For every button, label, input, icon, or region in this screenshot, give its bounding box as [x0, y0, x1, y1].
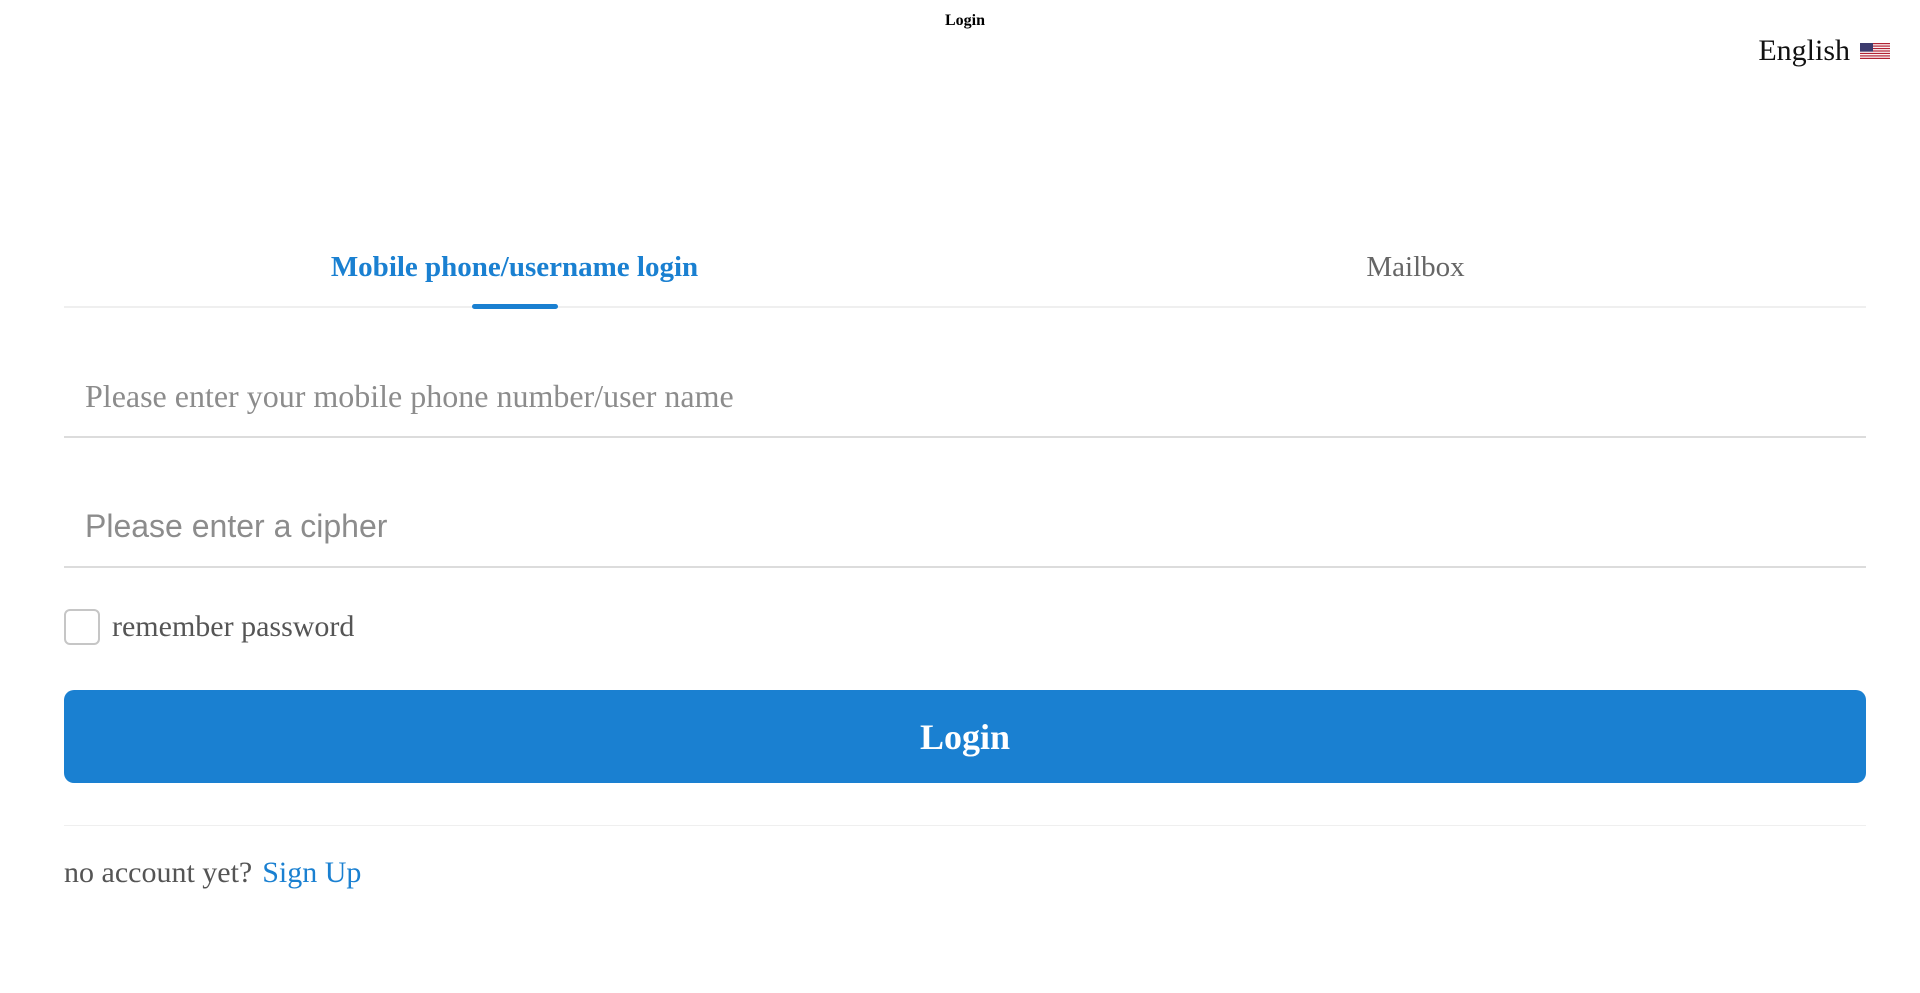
login-method-tabs: Mobile phone/username login Mailbox	[64, 236, 1866, 309]
us-flag-icon	[1860, 43, 1890, 59]
signup-row: no account yet? Sign Up	[64, 856, 361, 890]
remember-password-label: remember password	[112, 610, 355, 643]
no-account-text: no account yet?	[64, 856, 253, 889]
login-button[interactable]: Login	[64, 690, 1866, 783]
username-field	[64, 356, 1866, 438]
language-label: English	[1758, 34, 1850, 67]
divider	[64, 825, 1866, 826]
tab-mobile-username[interactable]: Mobile phone/username login	[64, 236, 965, 309]
sign-up-link[interactable]: Sign Up	[262, 856, 361, 890]
page-title: Login	[944, 12, 985, 29]
username-input[interactable]	[64, 356, 1866, 436]
password-input[interactable]	[64, 486, 1866, 566]
tab-mailbox[interactable]: Mailbox	[965, 236, 1866, 306]
language-selector[interactable]: English	[1758, 34, 1890, 68]
password-field	[64, 486, 1866, 568]
remember-password-option[interactable]: remember password	[64, 609, 354, 645]
login-page: Login English Mobile phone/username logi…	[0, 0, 1920, 993]
remember-password-checkbox[interactable]	[64, 609, 100, 645]
